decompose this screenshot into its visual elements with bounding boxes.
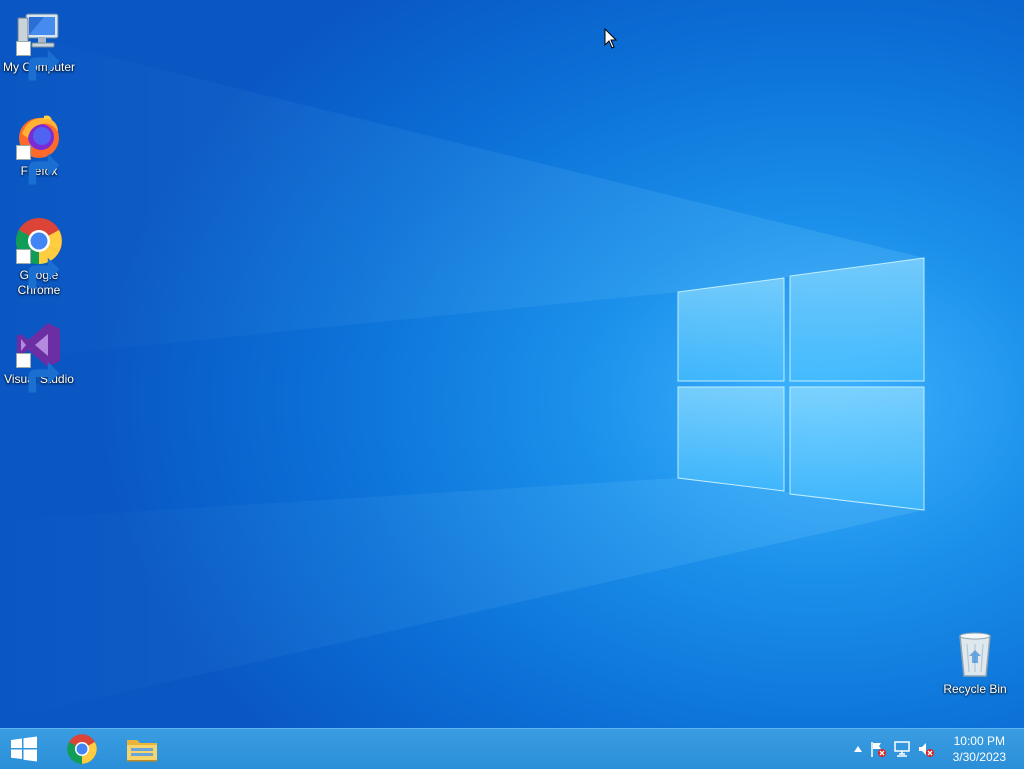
desktop-icon-firefox[interactable]: Firefox (0, 112, 78, 185)
start-button[interactable] (0, 729, 48, 769)
system-tray (850, 729, 938, 769)
shortcut-arrow-icon (16, 353, 60, 393)
shortcut-arrow-icon (16, 249, 60, 289)
desktop-icon-my-computer[interactable]: My Computer (0, 8, 78, 81)
file-explorer-icon (127, 740, 157, 762)
network-icon[interactable] (890, 740, 914, 758)
recycle-bin-icon (950, 630, 1000, 680)
windows-logo-icon (11, 736, 37, 762)
desktop[interactable]: My Computer Firefox Google Chrome Visual… (0, 0, 1024, 728)
taskbar: 10:00 PM 3/30/2023 (0, 728, 1024, 769)
taskbar-file-explorer-button[interactable] (118, 729, 166, 769)
clock-date: 3/30/2023 (952, 750, 1006, 764)
clock-time: 10:00 PM (953, 734, 1005, 748)
desktop-icon-recycle-bin[interactable]: Recycle Bin (936, 630, 1014, 697)
chrome-icon (14, 216, 64, 289)
firefox-icon (14, 112, 64, 185)
action-center-flag-icon[interactable] (866, 740, 890, 758)
desktop-icon-visual-studio[interactable]: Visual Studio (0, 320, 78, 393)
shortcut-arrow-icon (16, 145, 60, 185)
taskbar-chrome-button[interactable] (58, 729, 106, 769)
show-hidden-icons-icon[interactable] (850, 746, 866, 752)
desktop-icon-google-chrome[interactable]: Google Chrome (0, 216, 78, 298)
volume-muted-icon[interactable] (914, 740, 938, 758)
taskbar-clock[interactable]: 10:00 PM 3/30/2023 (953, 733, 1006, 765)
mouse-cursor-icon (604, 28, 618, 49)
visual-studio-icon (14, 320, 64, 393)
chrome-icon (67, 734, 97, 764)
computer-icon (14, 8, 64, 81)
wallpaper (0, 30, 925, 720)
desktop-icon-label: Recycle Bin (943, 682, 1007, 696)
shortcut-arrow-icon (16, 41, 60, 81)
